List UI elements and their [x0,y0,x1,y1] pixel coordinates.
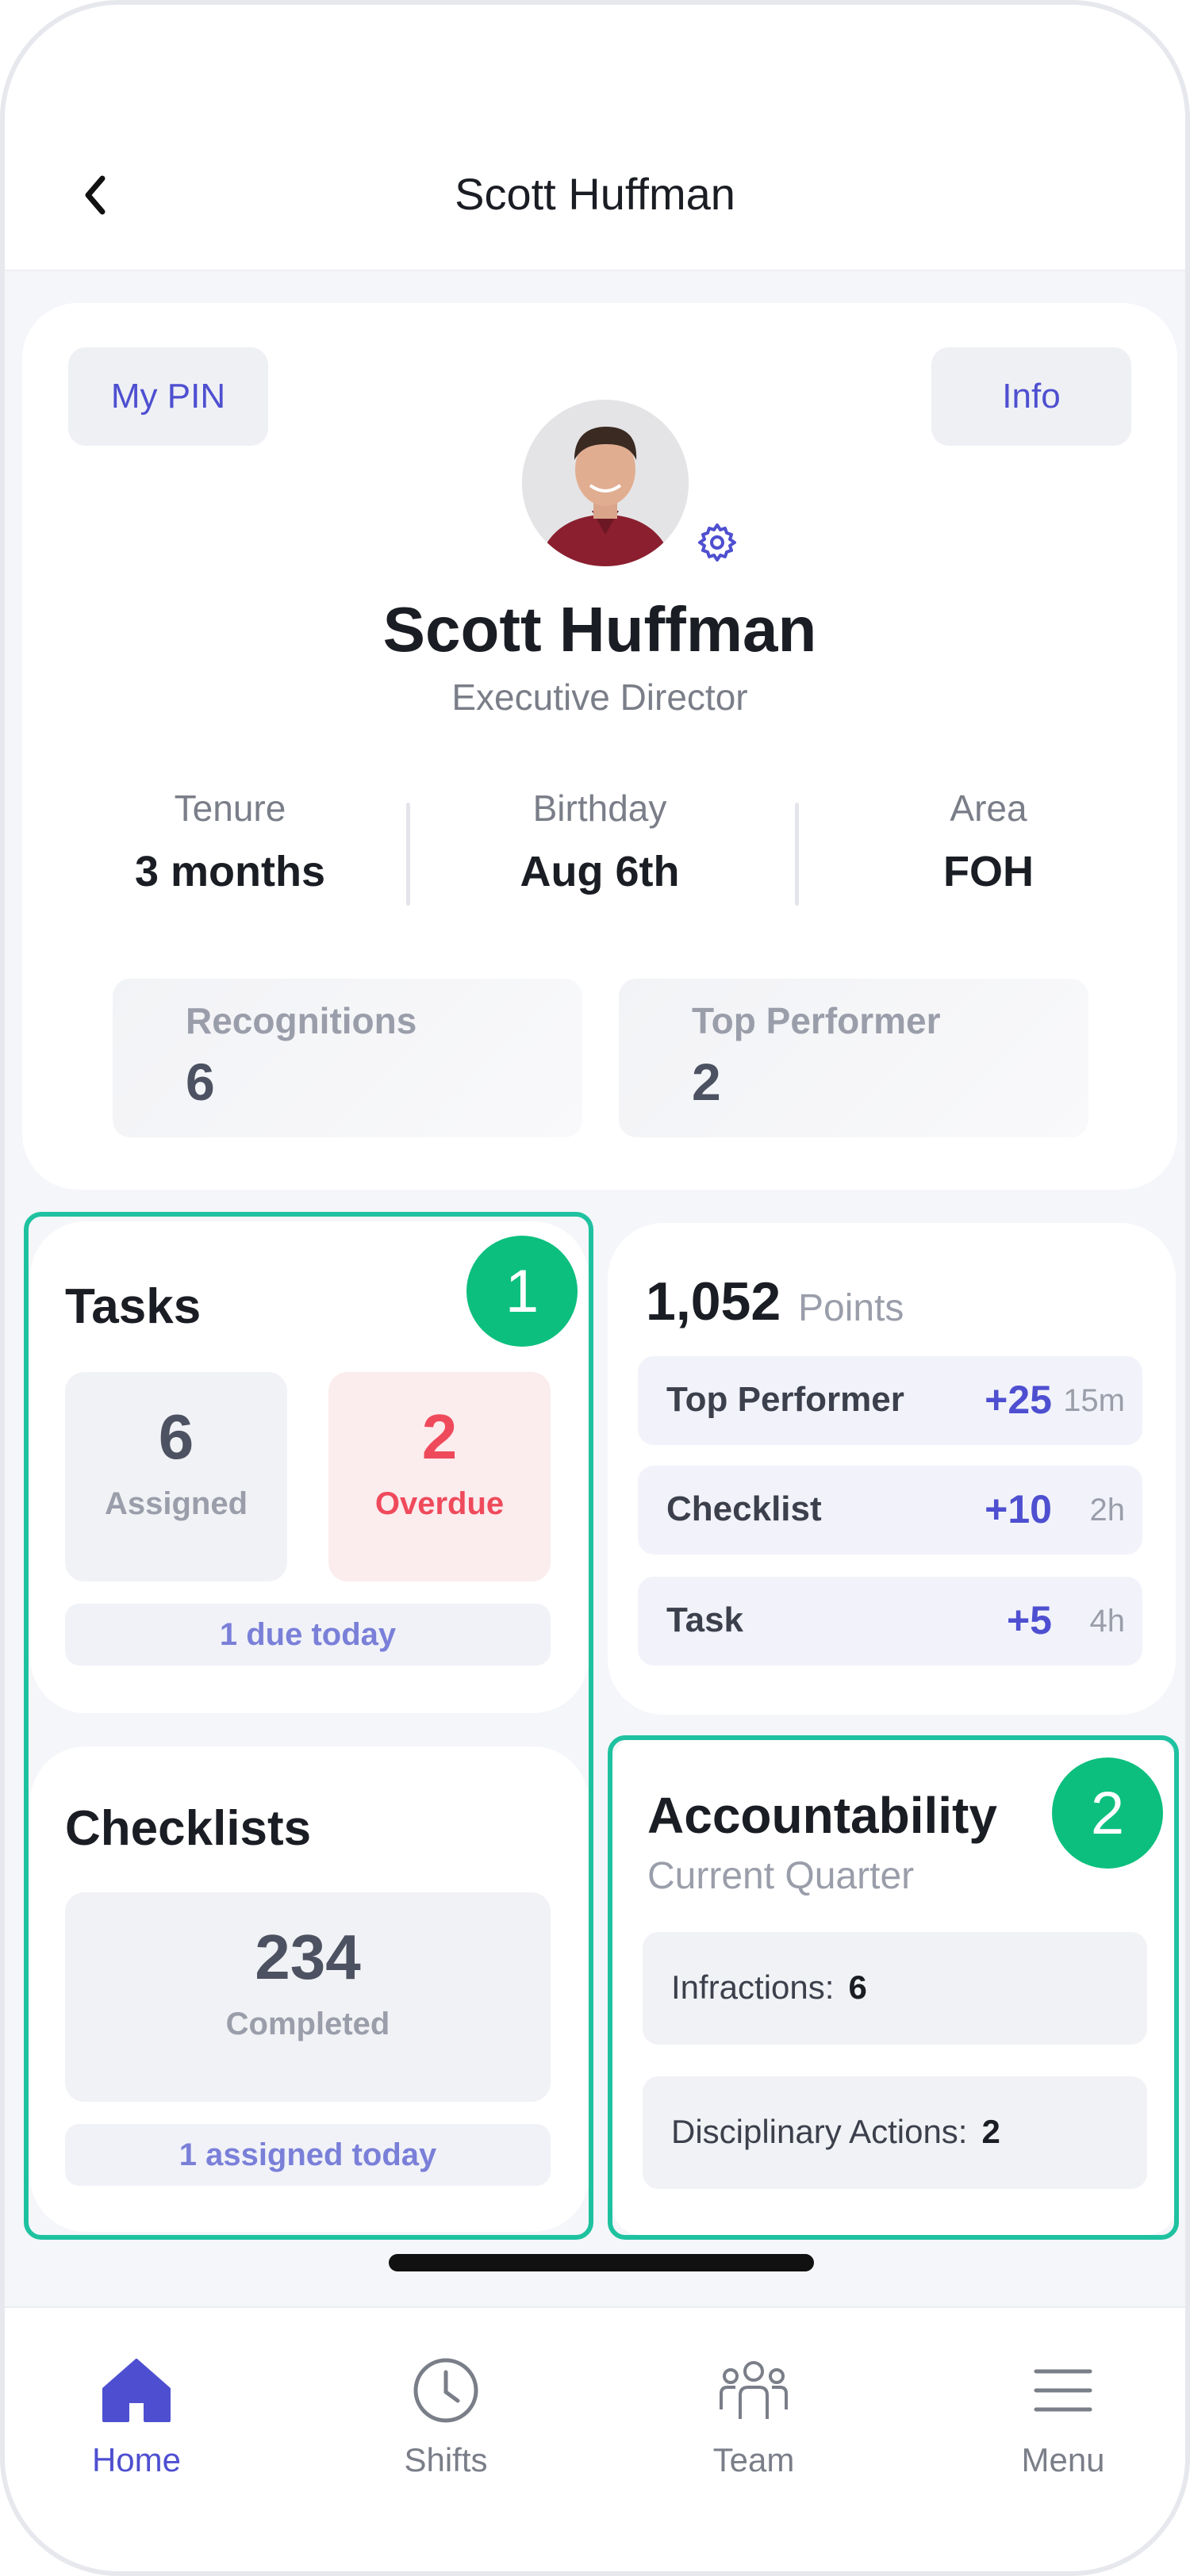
top-performer-tile[interactable]: Top Performer 2 [619,979,1088,1137]
tab-label: Home [91,2441,182,2478]
avatar[interactable] [522,400,689,566]
home-icon [102,2359,171,2422]
points-row[interactable]: Checklist +10 2h [638,1466,1142,1554]
stat-label: Birthday [532,788,667,829]
tab-label: Menu [1021,2441,1105,2478]
avatar-photo [522,400,689,566]
points-row-value: +5 [1006,1598,1052,1643]
metric-value: 6 [186,1052,215,1111]
step-badge-2: 2 [1052,1758,1163,1869]
info-button[interactable]: Info [931,347,1131,446]
stat-label: Area [950,788,1027,829]
tab-team[interactable]: Team [658,2351,849,2479]
points-row[interactable]: Top Performer +25 15m [638,1356,1142,1445]
stat-value: FOH [943,848,1034,895]
points-row-time: 2h [1089,1493,1126,1528]
points-row-label: Checklist [666,1489,822,1528]
my-pin-button[interactable]: My PIN [68,347,268,446]
tab-menu[interactable]: Menu [968,2351,1158,2479]
points-row-label: Task [666,1600,744,1639]
stat-tenure: Tenure 3 months [63,787,397,896]
page-title: Scott Huffman [455,169,735,219]
gear-icon[interactable] [695,520,739,565]
points-row-time: 15m [1063,1383,1125,1418]
points-row-time: 4h [1089,1604,1126,1639]
profile-card: My PIN Info Scott Huffman Executive Dire… [22,303,1177,1190]
points-card[interactable]: 1,052 Points Top Performer +25 15m Check… [608,1223,1176,1715]
stat-value: 3 months [134,848,326,895]
highlight-box-1 [24,1212,593,2240]
divider [795,803,799,906]
tab-label: Team [712,2441,795,2478]
profile-role: Executive Director [451,677,748,718]
stat-label: Tenure [174,788,286,829]
stat-value: Aug 6th [520,848,680,895]
tab-shifts[interactable]: Shifts [351,2351,541,2479]
tab-home[interactable]: Home [41,2351,232,2479]
points-unit: Points [798,1287,904,1329]
metric-value: 2 [692,1052,721,1111]
points-total: 1,052 [646,1271,781,1332]
step-badge-1: 1 [466,1236,578,1347]
top-nav-bar: Scott Huffman [5,5,1185,271]
metric-label: Top Performer [692,1000,941,1041]
team-icon [720,2361,788,2419]
tab-label: Shifts [404,2441,488,2478]
recognitions-tile[interactable]: Recognitions 6 [113,979,582,1137]
stat-area: Area FOH [822,787,1155,896]
profile-name: Scott Huffman [382,594,817,665]
points-row-value: +10 [985,1487,1052,1531]
points-row-value: +25 [985,1378,1052,1422]
metric-label: Recognitions [186,1000,417,1041]
points-row-label: Top Performer [666,1380,904,1419]
bottom-tab-bar: Home Shifts Team Menu [5,2306,1185,2571]
phone-frame: Scott Huffman My PIN Info Scott Huffman … [0,0,1190,2576]
menu-icon [1034,2369,1092,2412]
divider [406,803,410,906]
home-indicator[interactable] [389,2254,814,2271]
points-row[interactable]: Task +5 4h [638,1577,1142,1666]
stat-birthday: Birthday Aug 6th [433,787,766,896]
clock-icon [413,2358,478,2423]
